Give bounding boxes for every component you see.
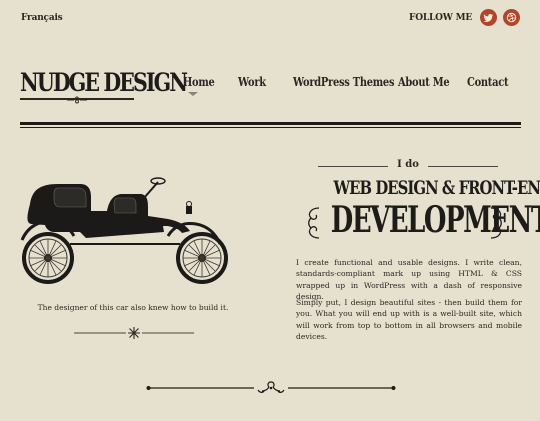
swirl-right-icon: [490, 207, 502, 239]
hero-kicker: I do: [397, 159, 419, 170]
follow-me: FOLLOW ME: [409, 9, 520, 26]
intro-paragraph-2: Simply put, I design beautiful sites - t…: [296, 298, 522, 341]
intro-paragraph-1: I create functional and usable designs. …: [296, 258, 522, 301]
caption-ornament-icon: [74, 327, 194, 339]
front-wheel-icon: [176, 232, 228, 284]
swirl-left-icon: [308, 207, 320, 239]
nav-about-me[interactable]: About Me: [398, 75, 450, 89]
car-caption: The designer of this car also knew how t…: [37, 303, 229, 312]
header-rule-thick: [20, 122, 521, 125]
kicker-wrap: I do: [318, 159, 498, 171]
nav-contact[interactable]: Contact: [467, 75, 509, 89]
nav-home[interactable]: Home: [183, 75, 215, 89]
footer-ornament-icon: [146, 381, 396, 393]
twitter-icon[interactable]: [480, 9, 497, 26]
language-link[interactable]: Français: [21, 13, 63, 23]
header-rule-thin: [20, 127, 521, 128]
main-nav: Home Work WordPress Themes About Me Cont…: [0, 75, 540, 99]
hero-heading-line2: DEVELOPMENT: [330, 199, 540, 241]
top-bar: Français FOLLOW ME: [0, 0, 540, 36]
rear-wheel-icon: [22, 232, 74, 284]
nav-wordpress-themes[interactable]: WordPress Themes: [293, 75, 394, 89]
active-nav-indicator: [188, 92, 198, 96]
nav-work[interactable]: Work: [238, 75, 266, 89]
dribbble-icon[interactable]: [503, 9, 520, 26]
vintage-car-illustration: [20, 177, 228, 284]
hero-heading-line1: WEB DESIGN & FRONT-END: [333, 177, 540, 199]
follow-label: FOLLOW ME: [409, 12, 472, 23]
